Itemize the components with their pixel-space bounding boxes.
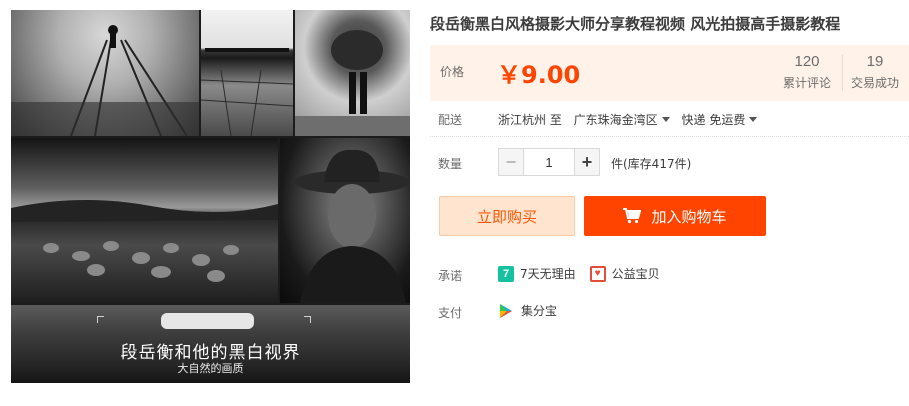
chevron-down-icon	[749, 117, 758, 122]
add-to-cart-button[interactable]: 加入购物车	[584, 196, 766, 236]
quantity-stepper: − 1 +	[498, 148, 600, 176]
photo-pier	[201, 10, 293, 136]
add-to-cart-label: 加入购物车	[651, 207, 727, 226]
product-main-image[interactable]: 段岳衡和他的黑白视界 大自然的画质	[11, 10, 410, 383]
quantity-input[interactable]: 1	[524, 148, 574, 176]
delivery-origin: 浙江杭州 至	[498, 113, 562, 127]
delivery-destination: 广东珠海金湾区	[573, 113, 658, 127]
photo-rail-tracks	[11, 10, 199, 136]
quantity-increase-button[interactable]: +	[574, 148, 600, 176]
promise-label: 承诺	[438, 269, 463, 283]
jifenbao-icon	[500, 303, 512, 318]
price-panel: 价格 ￥9.00 120 累计评论 19 交易成功	[430, 45, 909, 101]
stat-divider	[842, 55, 843, 91]
frame-corner-right	[304, 316, 311, 323]
brush-stroke-decoration	[161, 313, 254, 329]
reviews-count: 120	[794, 53, 820, 70]
photo-chimney-smoke	[295, 10, 410, 136]
charity-heart-icon: ♥	[589, 265, 606, 282]
deals-stat: 19 交易成功	[845, 53, 905, 91]
delivery-destination-select[interactable]: 广东珠海金湾区	[574, 111, 678, 128]
buy-now-label: 立即购买	[476, 207, 537, 226]
buy-now-button[interactable]: 立即购买	[439, 196, 575, 236]
reviews-label: 累计评论	[782, 76, 831, 90]
payment-method[interactable]: 集分宝	[521, 302, 557, 319]
price-label: 价格	[440, 65, 465, 79]
promise-item-charity[interactable]: 公益宝贝	[612, 265, 660, 282]
cart-icon	[623, 208, 642, 224]
stock-text: 件(库存417件)	[611, 157, 692, 171]
section-divider	[430, 136, 909, 137]
photo-sheep-herd	[11, 138, 278, 303]
delivery-method-select[interactable]: 快递 免运费	[682, 111, 766, 128]
price-value: ￥9.00	[497, 61, 581, 89]
quantity-label: 数量	[438, 157, 463, 171]
deals-count: 19	[866, 53, 884, 70]
reviews-stat[interactable]: 120 累计评论	[777, 53, 837, 91]
delivery-row: 浙江杭州 至 广东珠海金湾区 快递 免运费	[498, 111, 765, 128]
chevron-down-icon	[661, 117, 670, 122]
photo-portrait-hat	[280, 138, 410, 303]
payment-label: 支付	[438, 306, 463, 320]
promise-row: 7 7天无理由 ♥ 公益宝贝	[498, 265, 674, 282]
promise-item-return[interactable]: 7天无理由	[520, 265, 576, 282]
deals-label: 交易成功	[850, 76, 899, 90]
delivery-method: 快递 免运费	[681, 113, 746, 127]
payment-row: 集分宝	[498, 302, 571, 319]
delivery-label: 配送	[438, 113, 463, 127]
product-title: 段岳衡黑白风格摄影大师分享教程视频 风光拍摄高手摄影教程	[430, 15, 841, 33]
seven-day-return-icon: 7	[498, 265, 514, 282]
gallery-caption-subtitle: 大自然的画质	[177, 362, 244, 375]
frame-corner-left	[97, 316, 104, 323]
quantity-decrease-button[interactable]: −	[498, 148, 524, 176]
